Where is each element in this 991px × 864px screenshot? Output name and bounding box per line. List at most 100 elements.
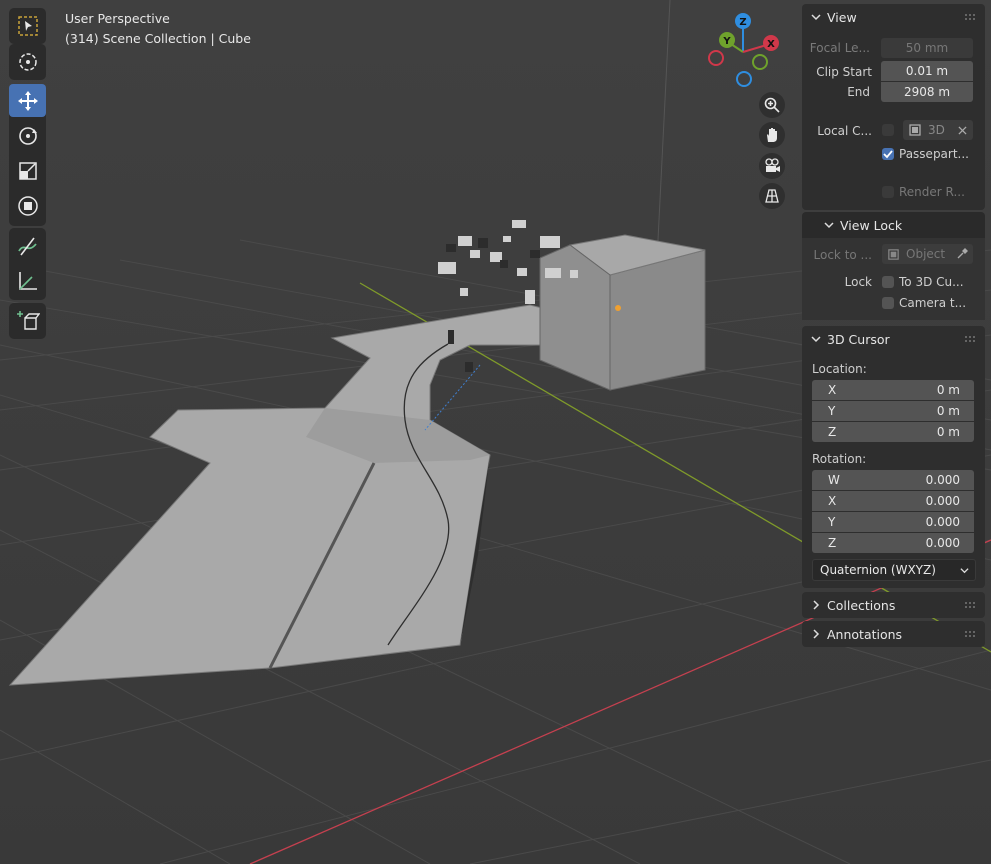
sidebar-n-panel: View Focal Le... 50 mm Clip Start 0.01 m… <box>802 0 991 652</box>
camera-object-icon <box>909 124 921 136</box>
3d-cursor-panel: 3D Cursor Location: X 0 m Y 0 m Z 0 m Rotat… <box>802 326 985 588</box>
gizmo-z-label: Z <box>739 17 746 28</box>
axis-label: W <box>828 473 840 487</box>
zoom-button[interactable] <box>759 92 785 118</box>
rotation-mode-dropdown[interactable]: Quaternion (WXYZ) <box>812 559 976 581</box>
camera-view-button[interactable] <box>759 153 785 179</box>
eyedropper-icon[interactable] <box>956 248 968 260</box>
perspective-label: User Perspective <box>65 11 170 26</box>
clip-start-field[interactable]: 0.01 m <box>881 61 973 81</box>
view-panel: View Focal Le... 50 mm Clip Start 0.01 m… <box>802 4 985 210</box>
view-lock-title: View Lock <box>840 217 903 233</box>
axis-label: X <box>828 383 837 397</box>
drag-grip-icon[interactable] <box>965 14 977 20</box>
lock-to-3d-cursor-checkbox[interactable] <box>882 276 894 288</box>
drag-grip-icon[interactable] <box>965 631 977 637</box>
local-camera-label: Local C... <box>817 124 872 138</box>
cursor-icon <box>18 52 37 71</box>
rotation-mode-value: Quaternion (WXYZ) <box>820 563 936 577</box>
scale-icon <box>18 161 37 180</box>
axis-value: 0.000 <box>925 515 960 529</box>
location-y-field[interactable]: Y 0 m <box>812 401 974 421</box>
lock-camera-to-view-checkbox[interactable] <box>882 297 894 309</box>
collections-header[interactable]: Collections <box>802 592 985 618</box>
close-icon[interactable] <box>958 125 967 135</box>
scale-tool[interactable] <box>9 154 46 187</box>
axis-value: 0.000 <box>925 494 960 508</box>
transform-icon <box>17 195 38 216</box>
rotation-x-field[interactable]: X 0.000 <box>812 491 974 511</box>
camera-icon <box>765 158 780 172</box>
lock-to-object-field[interactable]: Object <box>882 244 973 264</box>
3d-cursor-title: 3D Cursor <box>827 331 890 347</box>
view-panel-header[interactable]: View <box>802 4 985 30</box>
rotation-w-field[interactable]: W 0.000 <box>812 470 974 490</box>
local-camera-selector[interactable]: 3D <box>903 120 973 140</box>
select-box-tool[interactable] <box>9 9 46 42</box>
render-region-checkbox[interactable] <box>882 186 894 198</box>
location-x-field[interactable]: X 0 m <box>812 380 974 400</box>
measure-tool[interactable] <box>9 264 46 297</box>
chevron-right-icon <box>813 629 820 639</box>
lock-to-object-placeholder: Object <box>906 247 946 261</box>
lock-label: Lock <box>844 275 872 289</box>
focal-length-label: Focal Le... <box>809 41 870 55</box>
passepartout-checkbox[interactable] <box>882 148 894 160</box>
toolbar-transform-group <box>9 84 46 226</box>
add-cube-tool[interactable] <box>9 304 46 337</box>
annotate-icon <box>17 237 37 255</box>
annotations-header[interactable]: Annotations <box>802 621 985 647</box>
annotate-tool[interactable] <box>9 229 46 262</box>
annotations-panel: Annotations <box>802 621 985 647</box>
grid-ortho-icon <box>765 189 779 203</box>
toolbar-add-group <box>9 303 46 339</box>
view-lock-panel: View Lock Lock to ... Object Lock To 3D … <box>802 212 985 320</box>
clip-end-field[interactable]: 2908 m <box>881 82 973 102</box>
object-icon <box>888 248 899 260</box>
lock-to-3d-cursor-label: To 3D Cu... <box>899 275 964 289</box>
axis-label: Y <box>828 404 836 418</box>
toolbar-annotate-group <box>9 228 46 300</box>
chevron-down-icon <box>824 222 834 229</box>
axis-label: X <box>828 494 837 508</box>
axis-value: 0 m <box>936 404 960 418</box>
axis-label: Z <box>828 536 837 550</box>
view-lock-header[interactable]: View Lock <box>802 212 985 238</box>
clip-end-label: End <box>847 85 870 99</box>
collections-panel: Collections <box>802 592 985 618</box>
transform-tool[interactable] <box>9 189 46 222</box>
3d-cursor-header[interactable]: 3D Cursor <box>802 326 985 352</box>
zoom-icon <box>764 97 780 113</box>
scene-label: (314) Scene Collection | Cube <box>65 31 251 46</box>
rotation-y-field[interactable]: Y 0.000 <box>812 512 974 532</box>
checkmark-icon <box>883 150 893 159</box>
drag-grip-icon[interactable] <box>965 336 977 342</box>
chevron-down-icon <box>811 14 821 21</box>
clip-start-label: Clip Start <box>816 65 872 79</box>
axis-label: Z <box>828 425 837 439</box>
location-z-field[interactable]: Z 0 m <box>812 422 974 442</box>
add-cube-icon <box>16 310 40 330</box>
axis-value: 0.000 <box>925 473 960 487</box>
cube-mesh[interactable] <box>539 234 706 391</box>
ortho-toggle-button[interactable] <box>759 183 785 209</box>
annotations-title: Annotations <box>827 626 903 642</box>
rotation-label: Rotation: <box>812 452 867 466</box>
move-icon <box>17 90 38 111</box>
move-tool[interactable] <box>9 84 46 117</box>
cursor-tool[interactable] <box>9 45 46 78</box>
local-camera-checkbox[interactable] <box>882 124 894 136</box>
local-camera-value: 3D <box>928 123 945 137</box>
toolbar-select-group <box>9 8 46 44</box>
pan-button[interactable] <box>759 122 785 148</box>
rotation-z-field[interactable]: Z 0.000 <box>812 533 974 553</box>
view-panel-title: View <box>827 9 857 25</box>
measure-icon <box>18 271 37 290</box>
axis-label: Y <box>828 515 836 529</box>
render-region-label: Render R... <box>899 185 965 199</box>
rotate-tool[interactable] <box>9 119 46 152</box>
collections-title: Collections <box>827 597 896 613</box>
drag-grip-icon[interactable] <box>965 602 977 608</box>
rotate-icon <box>18 126 37 145</box>
location-label: Location: <box>812 362 867 376</box>
